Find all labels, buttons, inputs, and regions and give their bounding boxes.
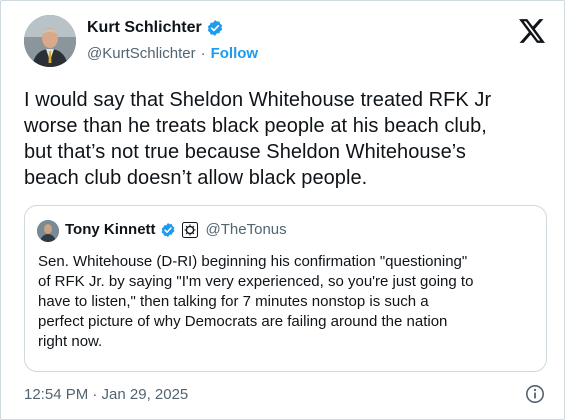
author-handle[interactable]: @KurtSchlichter [87, 45, 196, 62]
tweet-timestamp[interactable]: 12:54 PM · Jan 29, 2025 [24, 386, 188, 403]
info-icon[interactable] [525, 384, 545, 404]
author-name[interactable]: Kurt Schlichter [87, 19, 202, 37]
tweet-card: Kurt Schlichter @KurtSchlichter · Follow… [0, 0, 565, 420]
verified-badge-icon [161, 222, 174, 237]
affiliate-badge-icon [181, 221, 198, 238]
verified-badge-icon [207, 20, 222, 36]
author-avatar-image [24, 15, 76, 67]
tweet-text: I would say that Sheldon Whitehouse trea… [24, 87, 554, 191]
tweet-text-line: beach club doesn’t allow black people. [24, 167, 368, 189]
quoted-author-handle[interactable]: @TheTonus [206, 221, 287, 238]
x-logo-icon[interactable] [519, 19, 545, 43]
quoted-author-avatar[interactable] [37, 220, 59, 242]
tweet-text-line: worse than he treats black people at his… [24, 115, 487, 137]
quoted-tweet-text: Sen. Whitehouse (D-RI) beginning his con… [38, 252, 538, 352]
quoted-text-line: have to listen," then talking for 7 minu… [38, 293, 429, 310]
quoted-text-line: Sen. Whitehouse (D-RI) beginning his con… [38, 253, 468, 270]
quoted-text-line: of RFK Jr. by saying "I'm very experienc… [38, 273, 474, 290]
tweet-text-line: but that’s not true because Sheldon Whit… [24, 141, 466, 163]
follow-button[interactable]: Follow [211, 45, 259, 62]
quoted-text-line: right now. [38, 333, 103, 350]
author-name-row: Kurt Schlichter [87, 19, 224, 37]
quoted-text-line: perfect picture of why Democrats are fai… [38, 313, 448, 330]
separator-dot: · [200, 45, 206, 62]
quoted-author-name[interactable]: Tony Kinnett [65, 221, 156, 238]
quoted-author-avatar-image [37, 220, 59, 242]
tweet-text-line: I would say that Sheldon Whitehouse trea… [24, 89, 492, 111]
quoted-header: Tony Kinnett @TheTonus [65, 221, 287, 238]
author-handle-row: @KurtSchlichter · Follow [87, 45, 258, 62]
author-avatar[interactable] [24, 15, 76, 67]
quoted-tweet[interactable]: Tony Kinnett @TheTonus Sen. Whitehouse (… [24, 205, 547, 372]
